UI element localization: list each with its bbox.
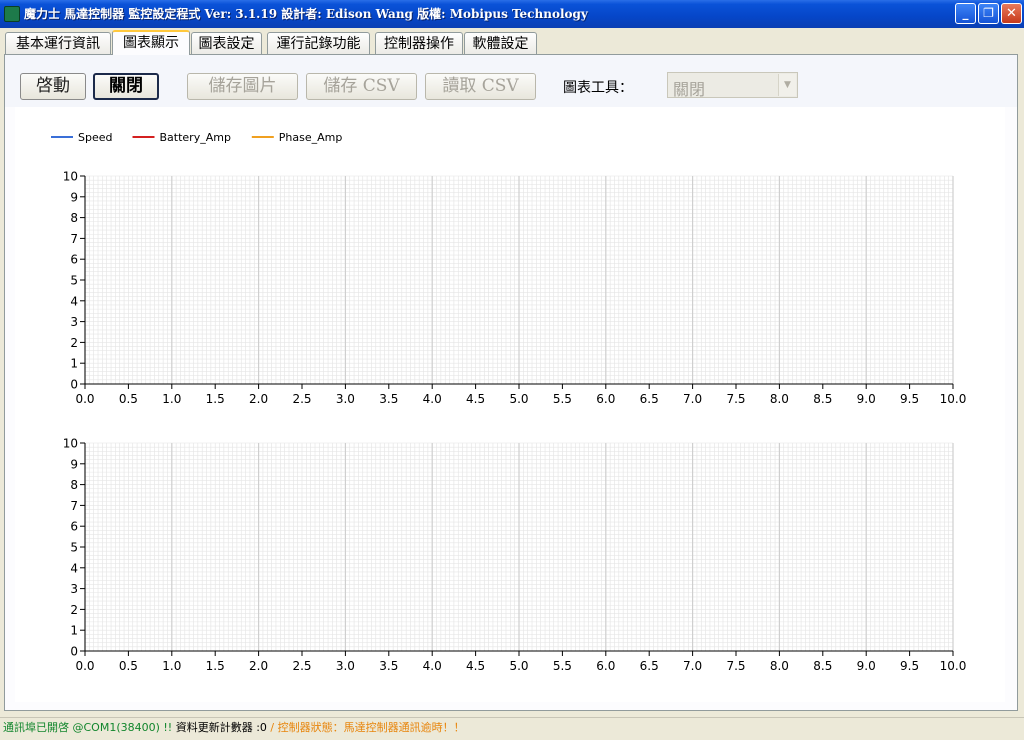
charts-svg: Speed Battery_Amp Phase_Amp0123456789100.0… — [51, 131, 967, 673]
save-csv-button[interactable]: 儲存 CSV — [306, 73, 417, 100]
x-tick-label: 4.0 — [423, 392, 442, 406]
controller-status: / 控制器狀態：馬達控制器通訊逾時！！ — [266, 721, 465, 734]
x-tick-label: 6.5 — [640, 659, 659, 673]
x-tick-label: 8.0 — [770, 392, 789, 406]
x-tick-label: 5.5 — [553, 392, 572, 406]
y-tick-label: 8 — [70, 478, 78, 492]
x-tick-label: 0.5 — [119, 392, 138, 406]
update-counter: 資料更新計數器 :0 — [172, 721, 267, 734]
x-tick-label: 1.5 — [206, 659, 225, 673]
tab-run-log[interactable]: 運行記錄功能 — [267, 32, 370, 54]
x-tick-label: 7.5 — [726, 659, 745, 673]
y-tick-label: 2 — [70, 603, 78, 617]
x-tick-label: 5.5 — [553, 659, 572, 673]
status-bar: 通訊埠已開啓 @COM1(38400) !! 資料更新計數器 :0 / 控制器狀… — [0, 717, 1024, 740]
stop-button[interactable]: 關閉 — [93, 73, 159, 100]
legend-label: Phase_Amp — [279, 131, 343, 144]
x-tick-label: 8.5 — [813, 392, 832, 406]
x-tick-label: 3.0 — [336, 392, 355, 406]
x-tick-label: 1.0 — [162, 659, 181, 673]
save-image-button[interactable]: 儲存圖片 — [187, 73, 298, 100]
x-tick-label: 0.5 — [119, 659, 138, 673]
y-tick-label: 5 — [70, 541, 78, 555]
x-tick-label: 2.0 — [249, 659, 268, 673]
y-tick-label: 9 — [70, 190, 78, 204]
tab-chart-display[interactable]: 圖表顯示 — [112, 30, 190, 55]
read-csv-button[interactable]: 讀取 CSV — [425, 73, 536, 100]
y-tick-label: 9 — [70, 457, 78, 471]
x-tick-label: 1.0 — [162, 392, 181, 406]
x-tick-label: 2.0 — [249, 392, 268, 406]
x-tick-label: 2.5 — [292, 659, 311, 673]
tab-chart-settings[interactable]: 圖表設定 — [191, 32, 262, 54]
x-tick-label: 5.0 — [509, 392, 528, 406]
y-tick-label: 0 — [70, 378, 78, 392]
y-tick-label: 3 — [70, 582, 78, 596]
y-tick-label: 3 — [70, 315, 78, 329]
x-tick-label: 10.0 — [940, 392, 967, 406]
x-tick-label: 6.0 — [596, 392, 615, 406]
close-button[interactable]: ✕ — [1001, 3, 1022, 24]
legend-label: Speed — [78, 131, 112, 144]
x-tick-label: 3.5 — [379, 659, 398, 673]
start-button[interactable]: 啓動 — [20, 73, 86, 100]
x-tick-label: 3.5 — [379, 392, 398, 406]
y-tick-label: 1 — [70, 357, 78, 371]
y-tick-label: 7 — [70, 232, 78, 246]
x-tick-label: 7.0 — [683, 392, 702, 406]
y-tick-label: 4 — [70, 561, 78, 575]
y-tick-label: 6 — [70, 253, 78, 267]
x-tick-label: 1.5 — [206, 392, 225, 406]
y-tick-label: 2 — [70, 336, 78, 350]
x-tick-label: 8.0 — [770, 659, 789, 673]
x-tick-label: 0.0 — [75, 392, 94, 406]
x-tick-label: 5.0 — [509, 659, 528, 673]
title-bar: 魔力士 馬達控制器 監控設定程式 Ver: 3.1.19 設計者: Edison… — [0, 0, 1024, 28]
x-tick-label: 10.0 — [940, 659, 967, 673]
x-tick-label: 6.0 — [596, 659, 615, 673]
app-icon — [4, 6, 20, 22]
tab-basic-info[interactable]: 基本運行資訊 — [5, 32, 111, 54]
x-tick-label: 3.0 — [336, 659, 355, 673]
y-tick-label: 8 — [70, 211, 78, 225]
chart-toolbar: 啓動 關閉 儲存圖片 儲存 CSV 讀取 CSV 圖表工具： 關閉 ▼ — [5, 55, 1017, 107]
x-tick-label: 6.5 — [640, 392, 659, 406]
port-status: 通訊埠已開啓 @COM1(38400) !! — [3, 721, 173, 734]
x-tick-label: 7.0 — [683, 659, 702, 673]
window-title: 魔力士 馬達控制器 監控設定程式 Ver: 3.1.19 設計者: Edison… — [24, 7, 588, 21]
y-tick-label: 7 — [70, 499, 78, 513]
chevron-down-icon[interactable]: ▼ — [778, 74, 796, 96]
restore-button[interactable]: ❐ — [978, 3, 999, 24]
y-tick-label: 6 — [70, 520, 78, 534]
minimize-button[interactable]: _ — [955, 3, 976, 24]
tab-controller-ops[interactable]: 控制器操作 — [375, 32, 463, 54]
x-tick-label: 2.5 — [292, 392, 311, 406]
y-tick-label: 1 — [70, 624, 78, 638]
chart-tools-label: 圖表工具： — [563, 80, 633, 96]
legend-label: Battery_Amp — [160, 131, 231, 144]
chart-tools-select[interactable]: 關閉 ▼ — [667, 72, 798, 99]
x-tick-label: 9.0 — [857, 392, 876, 406]
x-tick-label: 4.5 — [466, 392, 485, 406]
chart-area: Speed Battery_Amp Phase_Amp 0 1 2 3 4 5 6 7 8 9 10 0.0… — [15, 107, 1005, 702]
x-tick-label: 9.0 — [857, 659, 876, 673]
y-tick-label: 10 — [63, 170, 78, 184]
chart-panel: 啓動 關閉 儲存圖片 儲存 CSV 讀取 CSV 圖表工具： 關閉 ▼ Spee… — [4, 54, 1018, 711]
y-tick-label: 0 — [70, 645, 78, 659]
y-tick-label: 10 — [63, 437, 78, 451]
x-tick-label: 4.0 — [423, 659, 442, 673]
x-tick-label: 7.5 — [726, 392, 745, 406]
x-tick-label: 0.0 — [75, 659, 94, 673]
y-tick-label: 5 — [70, 274, 78, 288]
chart-tools-value: 關閉 — [673, 80, 706, 99]
tab-software-settings[interactable]: 軟體設定 — [464, 32, 537, 54]
x-tick-label: 9.5 — [900, 392, 919, 406]
y-tick-label: 4 — [70, 294, 78, 308]
x-tick-label: 9.5 — [900, 659, 919, 673]
x-tick-label: 8.5 — [813, 659, 832, 673]
x-tick-label: 4.5 — [466, 659, 485, 673]
